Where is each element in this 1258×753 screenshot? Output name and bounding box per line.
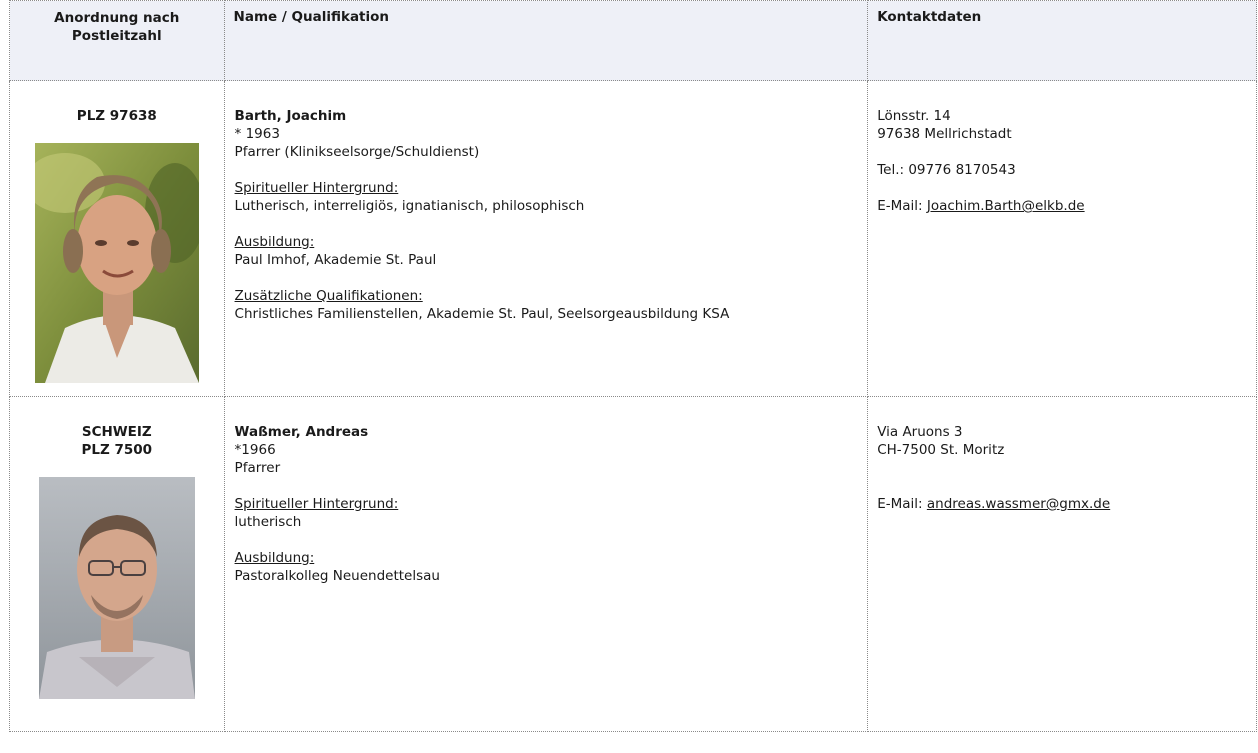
section-heading: Ausbildung: bbox=[234, 550, 315, 566]
plz-label: PLZ 97638 bbox=[76, 108, 157, 124]
email-label: E-Mail: bbox=[877, 198, 923, 214]
section-text: Pastoralkolleg Neuendettelsau bbox=[234, 568, 440, 584]
city: CH-7500 St. Moritz bbox=[877, 442, 1005, 458]
header-postleitzahl: Anordnung nach Postleitzahl bbox=[9, 0, 225, 81]
section-text: Paul Imhof, Akademie St. Paul bbox=[234, 252, 437, 268]
contact-cell: Lönsstr. 14 97638 Mellrichstadt Tel.: 09… bbox=[867, 80, 1257, 397]
city: 97638 Mellrichstadt bbox=[877, 126, 1012, 142]
email-link[interactable]: andreas.wassmer@gmx.de bbox=[927, 496, 1110, 512]
directory-table: Anordnung nach Postleitzahl Name / Quali… bbox=[9, 0, 1257, 732]
email-label: E-Mail: bbox=[877, 496, 923, 512]
section-text: Christliches Familienstellen, Akademie S… bbox=[234, 306, 730, 322]
street: Lönsstr. 14 bbox=[877, 108, 951, 124]
person-name: Barth, Joachim bbox=[234, 108, 347, 124]
qualification-cell: Waßmer, Andreas *1966 Pfarrer Spirituell… bbox=[223, 396, 869, 732]
person-name: Waßmer, Andreas bbox=[234, 424, 369, 440]
section-text: Lutherisch, interreligiös, ignatianisch,… bbox=[234, 198, 585, 214]
section-heading: Ausbildung: bbox=[234, 234, 315, 250]
portrait-photo-barth bbox=[34, 143, 199, 383]
table-header-row: Anordnung nach Postleitzahl Name / Quali… bbox=[9, 0, 1257, 81]
role: Pfarrer (Klinikseelsorge/Schuldienst) bbox=[234, 144, 480, 160]
section-heading: Zusätzliche Qualifikationen: bbox=[234, 288, 423, 304]
portrait-photo-wassmer bbox=[38, 477, 195, 699]
birth-year: * 1963 bbox=[234, 126, 280, 142]
role: Pfarrer bbox=[234, 460, 281, 476]
header-name-qualifikation: Name / Qualifikation bbox=[223, 0, 869, 81]
section-heading: Spiritueller Hintergrund: bbox=[234, 180, 399, 196]
email-row: E-Mail: andreas.wassmer@gmx.de bbox=[877, 495, 1256, 513]
phone: Tel.: 09776 8170543 bbox=[877, 162, 1016, 178]
table-row: PLZ 97638 Barth, Joachim * 1963 Pfarrer … bbox=[9, 80, 1257, 397]
section-heading: Spiritueller Hintergrund: bbox=[234, 496, 399, 512]
plz-cell: PLZ 97638 bbox=[9, 80, 225, 397]
email-link[interactable]: Joachim.Barth@elkb.de bbox=[927, 198, 1085, 214]
section-text: lutherisch bbox=[234, 514, 302, 530]
birth-year: *1966 bbox=[234, 442, 276, 458]
plz-cell: SCHWEIZ PLZ 7500 bbox=[9, 396, 225, 732]
header-kontaktdaten: Kontaktdaten bbox=[867, 0, 1257, 81]
qualification-cell: Barth, Joachim * 1963 Pfarrer (Kliniksee… bbox=[223, 80, 869, 397]
table-row: SCHWEIZ PLZ 7500 Waßmer, Andreas *1966 P… bbox=[9, 396, 1257, 732]
plz-country: SCHWEIZ bbox=[81, 424, 152, 440]
contact-cell: Via Aruons 3 CH-7500 St. Moritz E-Mail: … bbox=[867, 396, 1257, 732]
street: Via Aruons 3 bbox=[877, 424, 963, 440]
email-row: E-Mail: Joachim.Barth@elkb.de bbox=[877, 197, 1256, 215]
plz-label: PLZ 7500 bbox=[81, 442, 153, 458]
